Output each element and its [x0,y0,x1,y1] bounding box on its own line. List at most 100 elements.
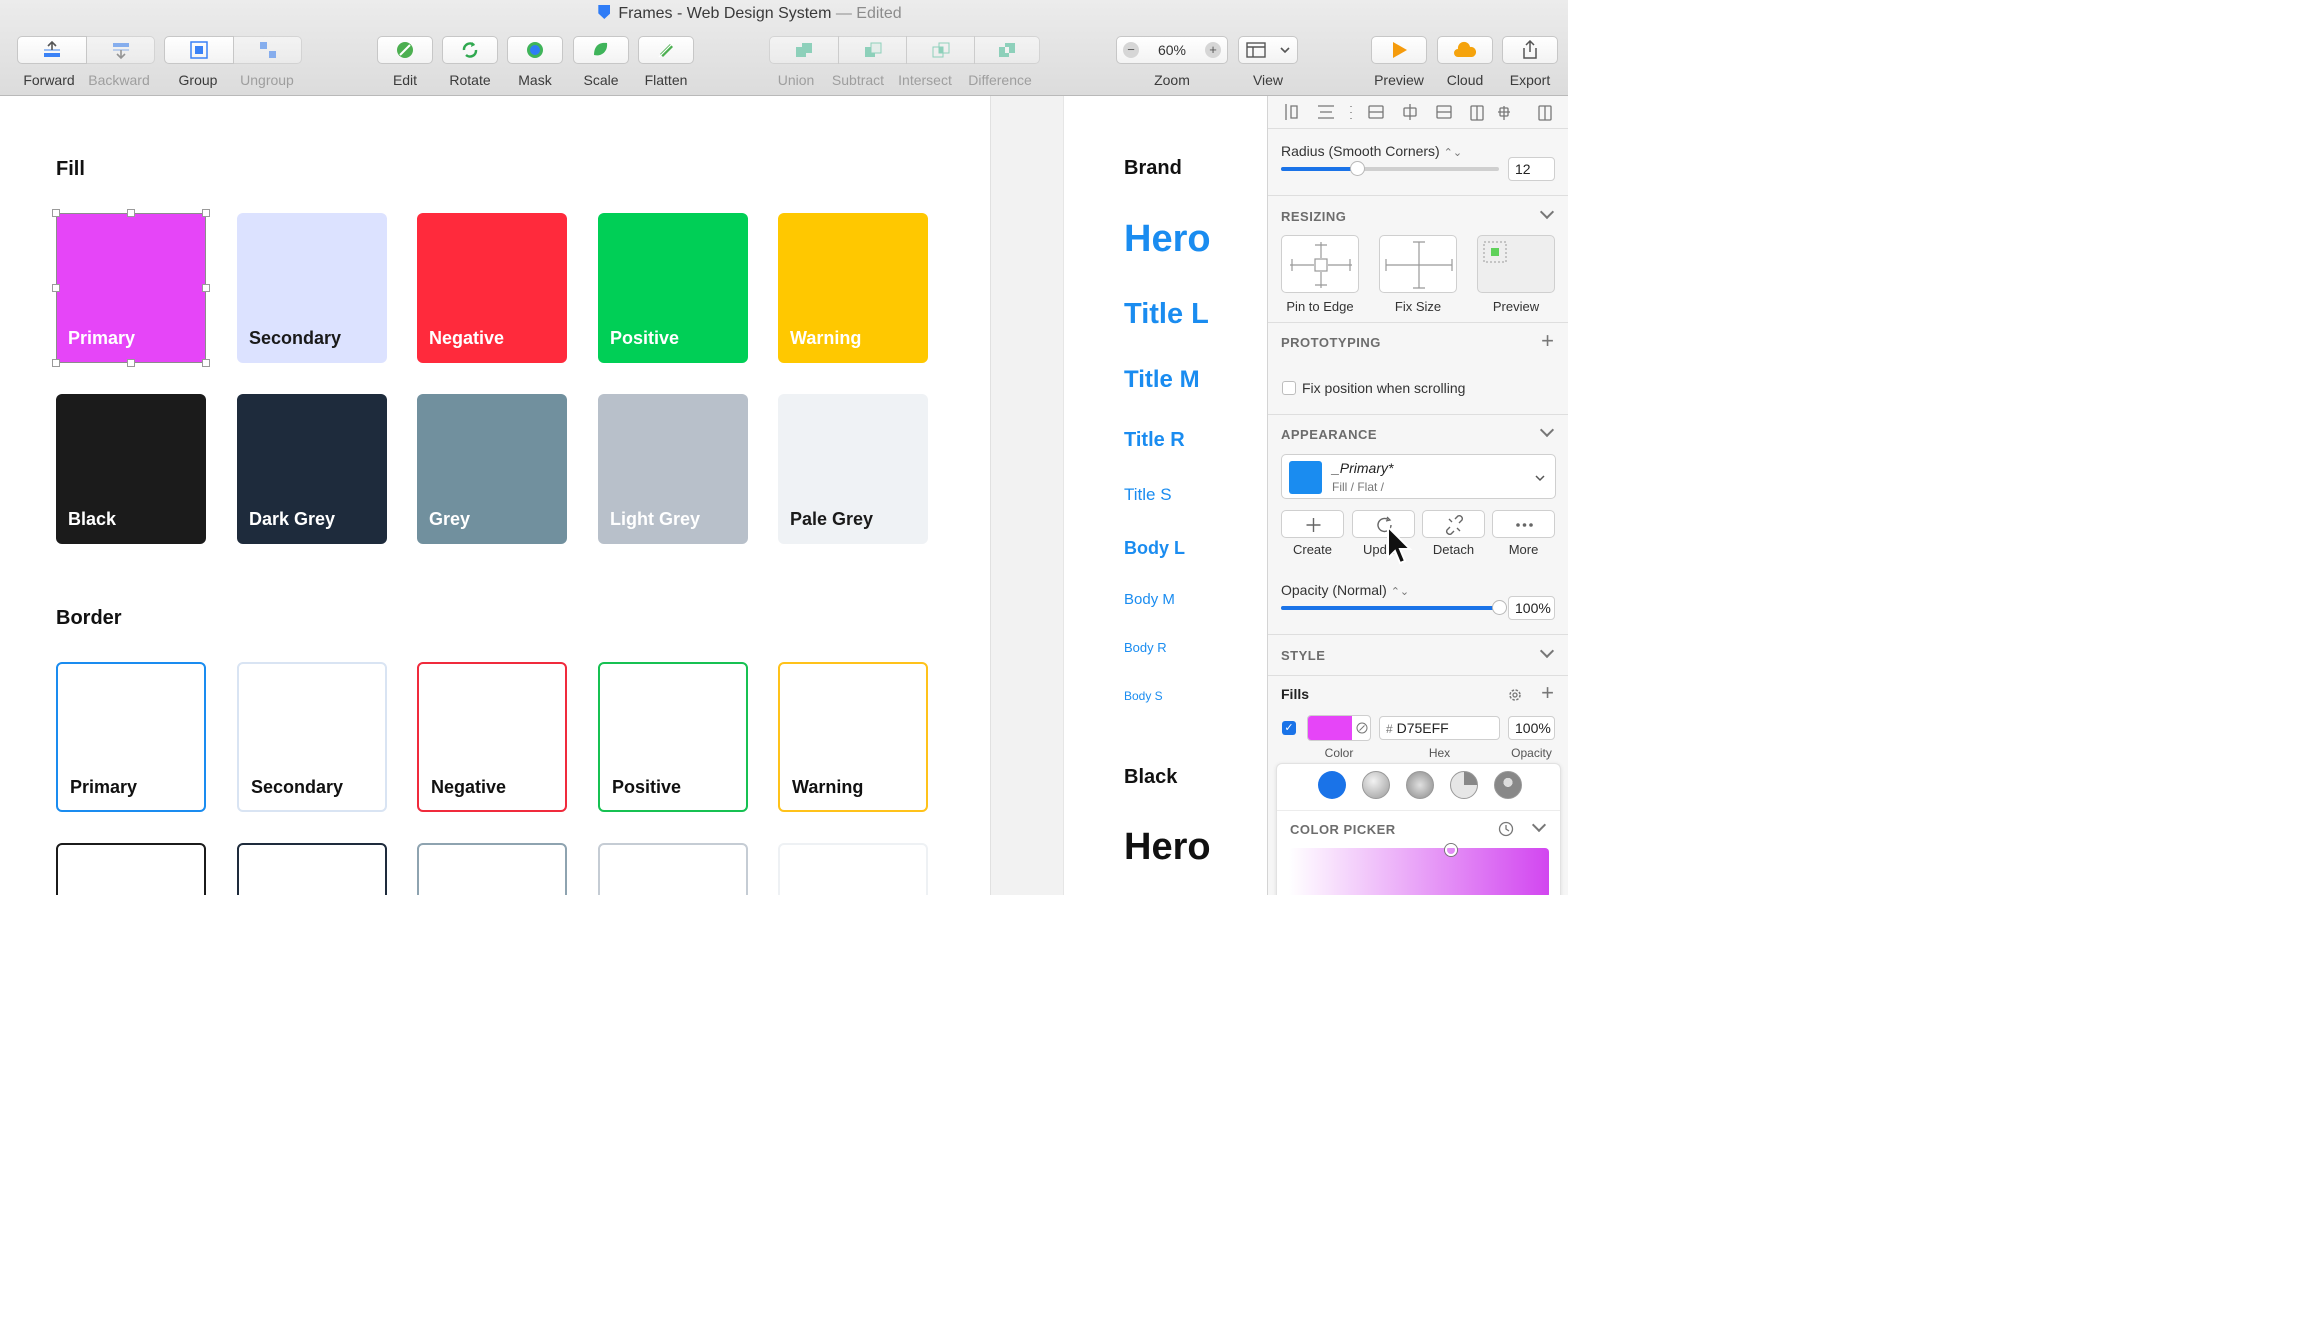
subtract-button[interactable] [838,36,907,64]
zoom-in-button[interactable]: + [1205,42,1221,58]
fill-swatch-grey[interactable]: Grey [417,394,567,544]
ungroup-button[interactable] [233,36,302,64]
pin-to-edge-control[interactable] [1281,235,1359,293]
fill-swatch-pale-grey[interactable]: Pale Grey [778,394,928,544]
border-swatch-item[interactable] [56,843,206,895]
artboard-colors[interactable]: Fill Primary Secondary Negative Positive War… [0,96,990,895]
fill-swatch-positive[interactable]: Positive [598,213,748,363]
border-swatch-negative[interactable]: Negative [417,662,567,812]
border-swatch-item[interactable] [598,843,748,895]
opacity-slider-knob[interactable] [1492,600,1507,615]
fill-swatch-negative[interactable]: Negative [417,213,567,363]
zoom-out-button[interactable]: − [1123,42,1139,58]
chevron-down-icon[interactable] [1539,204,1555,220]
type-body-s[interactable]: Body S [1124,689,1163,703]
type-body-l[interactable]: Body L [1124,538,1185,559]
opacity-slider[interactable] [1281,600,1507,615]
resizing-header[interactable]: RESIZING [1281,209,1346,224]
union-button[interactable] [769,36,839,64]
border-swatch-item[interactable] [778,843,928,895]
fill-swatch-secondary[interactable]: Secondary [237,213,387,363]
type-hero[interactable]: Hero [1124,218,1211,261]
view-button[interactable] [1238,36,1298,64]
fill-type-radial-gradient[interactable] [1406,771,1434,799]
type-body-m[interactable]: Body M [1124,591,1175,608]
type-title-s[interactable]: Title S [1124,485,1172,505]
type-body-r[interactable]: Body R [1124,640,1167,655]
color-field-knob[interactable] [1445,844,1457,856]
fill-color-well[interactable] [1307,715,1371,741]
resize-handle[interactable] [127,209,135,217]
border-swatch-warning[interactable]: Warning [778,662,928,812]
appearance-header[interactable]: APPEARANCE [1281,427,1377,442]
fill-type-angular-gradient[interactable] [1450,771,1478,799]
radius-slider[interactable] [1281,161,1499,176]
chevron-down-icon[interactable] [1539,422,1555,438]
fill-swatch-black[interactable]: Black [56,394,206,544]
fill-type-image-icon[interactable] [1494,771,1522,799]
fill-opacity-input[interactable]: 100% [1508,716,1555,740]
preview-button[interactable] [1371,36,1427,64]
border-swatch-secondary[interactable]: Secondary [237,662,387,812]
zoom-value[interactable]: 60% [1158,42,1186,58]
border-swatch-item[interactable] [417,843,567,895]
resize-handle[interactable] [127,359,135,367]
group-button[interactable] [164,36,234,64]
history-clock-icon[interactable] [1498,821,1514,837]
export-button[interactable] [1502,36,1558,64]
style-path: Fill / Flat / [1332,480,1385,494]
resize-handle[interactable] [202,284,210,292]
type-title-r[interactable]: Title R [1124,429,1185,452]
intersect-button[interactable] [906,36,975,64]
radius-slider-knob[interactable] [1350,161,1365,176]
gear-icon[interactable] [1507,687,1523,703]
type-hero-black[interactable]: Hero [1124,826,1211,869]
create-style-button[interactable] [1281,510,1344,538]
fill-type-linear-gradient[interactable] [1362,771,1390,799]
shared-style-selector[interactable]: _Primary* Fill / Flat / [1281,454,1556,499]
fix-size-control[interactable] [1379,235,1457,293]
border-swatch-primary[interactable]: Primary [56,662,206,812]
border-swatch-item[interactable] [237,843,387,895]
style-header[interactable]: STYLE [1281,648,1325,663]
prototyping-header[interactable]: PROTOTYPING [1281,335,1381,350]
resize-handle[interactable] [202,209,210,217]
edit-button[interactable] [377,36,433,64]
fix-position-label: Fix position when scrolling [1302,380,1466,396]
detach-style-button[interactable] [1422,510,1485,538]
opacity-input[interactable]: 100% [1508,596,1555,620]
more-options-button[interactable] [1492,510,1555,538]
fill-swatch-primary[interactable]: Primary [56,213,206,363]
type-title-l[interactable]: Title L [1124,298,1209,331]
color-saturation-field[interactable] [1289,848,1549,895]
resize-handle[interactable] [52,359,60,367]
mask-button[interactable] [507,36,563,64]
fix-position-checkbox[interactable] [1282,381,1296,395]
resize-handle[interactable] [202,359,210,367]
difference-button[interactable] [974,36,1040,64]
rotate-button[interactable] [442,36,498,64]
toolbar: Frames - Web Design System — Edited Forw… [0,0,1568,96]
type-brand-heading[interactable]: Brand [1124,157,1182,180]
resize-handle[interactable] [52,284,60,292]
plus-icon[interactable]: + [1541,328,1554,354]
type-black-heading[interactable]: Black [1124,766,1177,789]
cloud-button[interactable] [1437,36,1493,64]
flatten-button[interactable] [638,36,694,64]
difference-label: Difference [968,72,1032,88]
fill-swatch-dark-grey[interactable]: Dark Grey [237,394,387,544]
border-swatch-positive[interactable]: Positive [598,662,748,812]
radius-input[interactable]: 12 [1508,157,1555,181]
fill-type-solid[interactable] [1318,771,1346,799]
type-title-m[interactable]: Title M [1124,366,1200,394]
backward-button[interactable] [86,36,155,64]
fill-enabled-checkbox[interactable]: ✓ [1282,721,1296,735]
forward-button[interactable] [17,36,87,64]
scale-button[interactable] [573,36,629,64]
fill-swatch-warning[interactable]: Warning [778,213,928,363]
chevron-down-icon[interactable] [1539,643,1555,659]
hex-input[interactable]: # D75EFF [1379,716,1500,740]
resize-handle[interactable] [52,209,60,217]
plus-icon[interactable]: + [1541,680,1554,706]
fill-swatch-light-grey[interactable]: Light Grey [598,394,748,544]
